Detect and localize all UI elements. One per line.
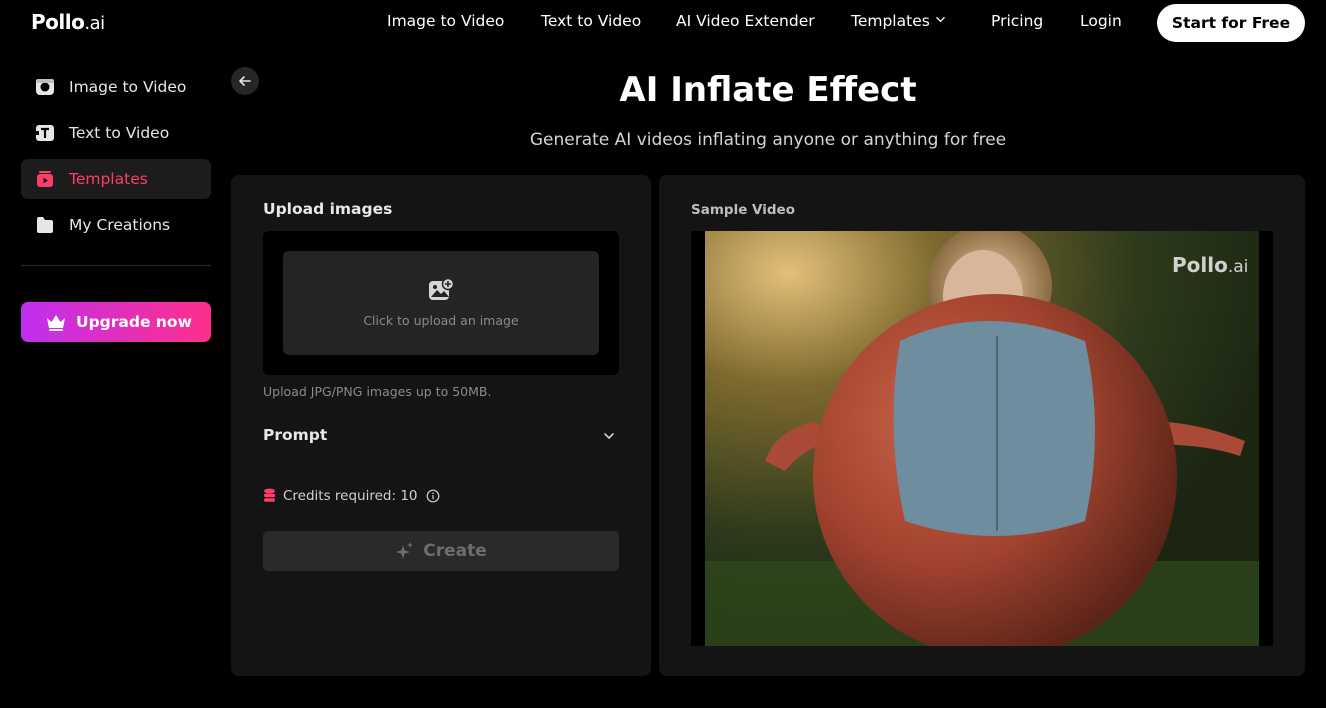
nav-login[interactable]: Login (1080, 12, 1122, 30)
prompt-toggle[interactable]: Prompt (263, 422, 619, 452)
credits-required: Credits required: 10 (263, 486, 440, 506)
create-button[interactable]: Create (263, 531, 619, 571)
sidebar-divider (21, 265, 211, 266)
sidebar-item-templates[interactable]: Templates (21, 159, 211, 199)
sidebar-item-label: Templates (69, 170, 148, 188)
create-label: Create (423, 541, 487, 561)
sidebar-item-image-to-video[interactable]: Image to Video (21, 67, 211, 107)
sample-video-label: Sample Video (691, 202, 795, 218)
info-icon[interactable] (426, 489, 440, 503)
credits-icon (264, 488, 275, 502)
credits-text: Credits required: 10 (283, 488, 418, 504)
upgrade-now-button[interactable]: Upgrade now (21, 302, 211, 342)
nav-pricing[interactable]: Pricing (991, 12, 1043, 30)
chevron-down-icon (604, 433, 614, 440)
video-watermark: Pollo.ai (1172, 253, 1249, 277)
upgrade-now-label: Upgrade now (76, 313, 192, 331)
nav-text-to-video[interactable]: Text to Video (541, 12, 641, 30)
page-subtitle: Generate AI videos inflating anyone or a… (529, 130, 1007, 150)
sidebar-item-label: My Creations (69, 216, 171, 234)
back-button[interactable] (231, 67, 259, 95)
text-to-video-icon (36, 125, 54, 141)
prompt-label: Prompt (263, 426, 328, 444)
sample-video[interactable]: Pollo.ai (691, 231, 1273, 646)
add-image-icon (429, 278, 454, 300)
start-for-free-button[interactable]: Start for Free (1157, 4, 1305, 42)
logo[interactable]: Pollo.ai (31, 10, 105, 34)
folder-icon (37, 217, 53, 233)
templates-icon (37, 171, 53, 187)
upload-hint: Upload JPG/PNG images up to 50MB. (263, 384, 492, 399)
nav-templates-label: Templates (851, 12, 930, 30)
page-title: AI Inflate Effect (619, 70, 917, 110)
nav-templates[interactable]: Templates (851, 12, 945, 30)
chevron-down-icon (936, 17, 945, 23)
nav-ai-video-extender[interactable]: AI Video Extender (676, 12, 815, 30)
upload-placeholder: Click to upload an image (363, 313, 519, 328)
sidebar-item-label: Image to Video (69, 78, 187, 96)
upload-images-label: Upload images (263, 200, 393, 218)
sidebar-item-my-creations[interactable]: My Creations (21, 205, 211, 245)
sidebar-item-text-to-video[interactable]: Text to Video (21, 113, 211, 153)
nav-image-to-video[interactable]: Image to Video (387, 12, 504, 30)
arrow-left-icon (239, 76, 251, 86)
image-to-video-icon (36, 79, 54, 95)
inflated-child-image (705, 231, 1259, 646)
sample-video-frame: Pollo.ai (705, 231, 1259, 646)
crown-icon (47, 315, 65, 331)
top-nav: Pollo.ai Image to Video Text to Video AI… (0, 0, 1326, 46)
sidebar-item-label: Text to Video (69, 124, 170, 142)
upload-dropzone[interactable]: Click to upload an image (283, 251, 599, 355)
sparkle-icon (396, 542, 414, 559)
